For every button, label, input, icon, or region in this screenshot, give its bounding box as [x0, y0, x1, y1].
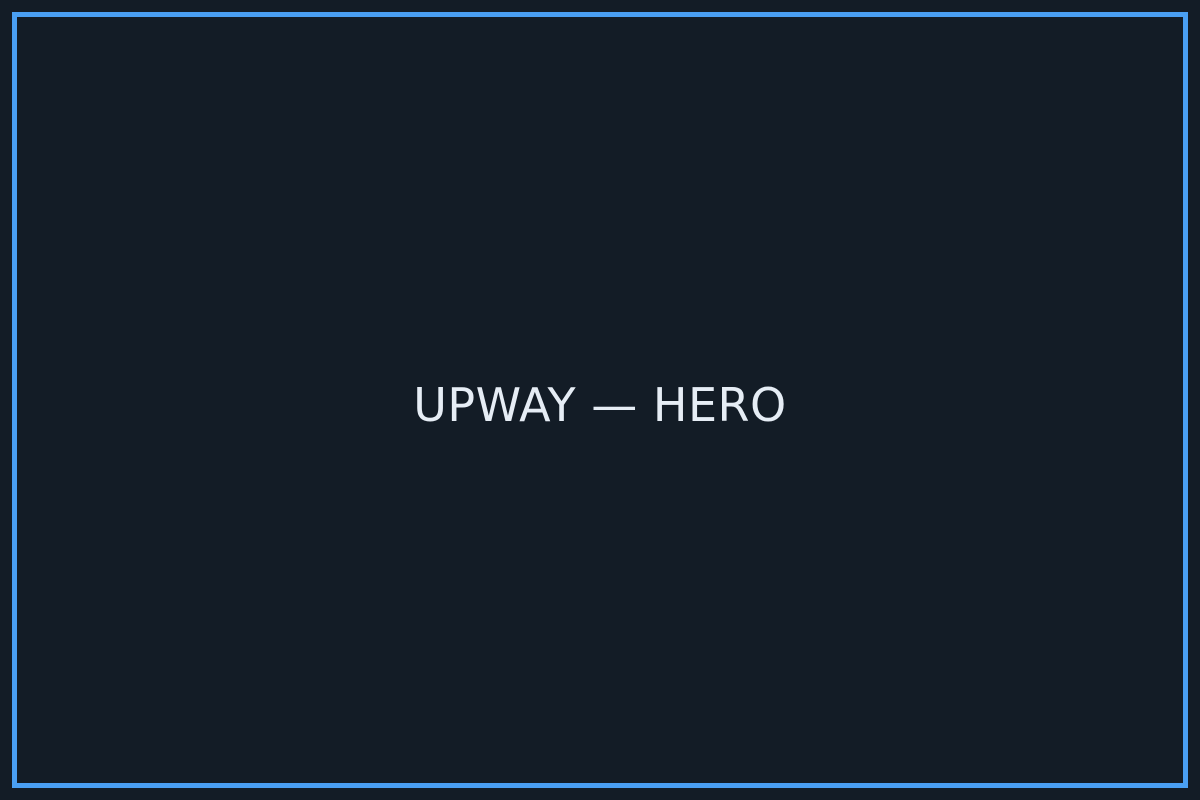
hero-title: UPWAY — HERO: [413, 378, 787, 432]
hero-placeholder-frame: UPWAY — HERO: [12, 12, 1188, 788]
page: UPWAY — HERO: [0, 0, 1200, 800]
